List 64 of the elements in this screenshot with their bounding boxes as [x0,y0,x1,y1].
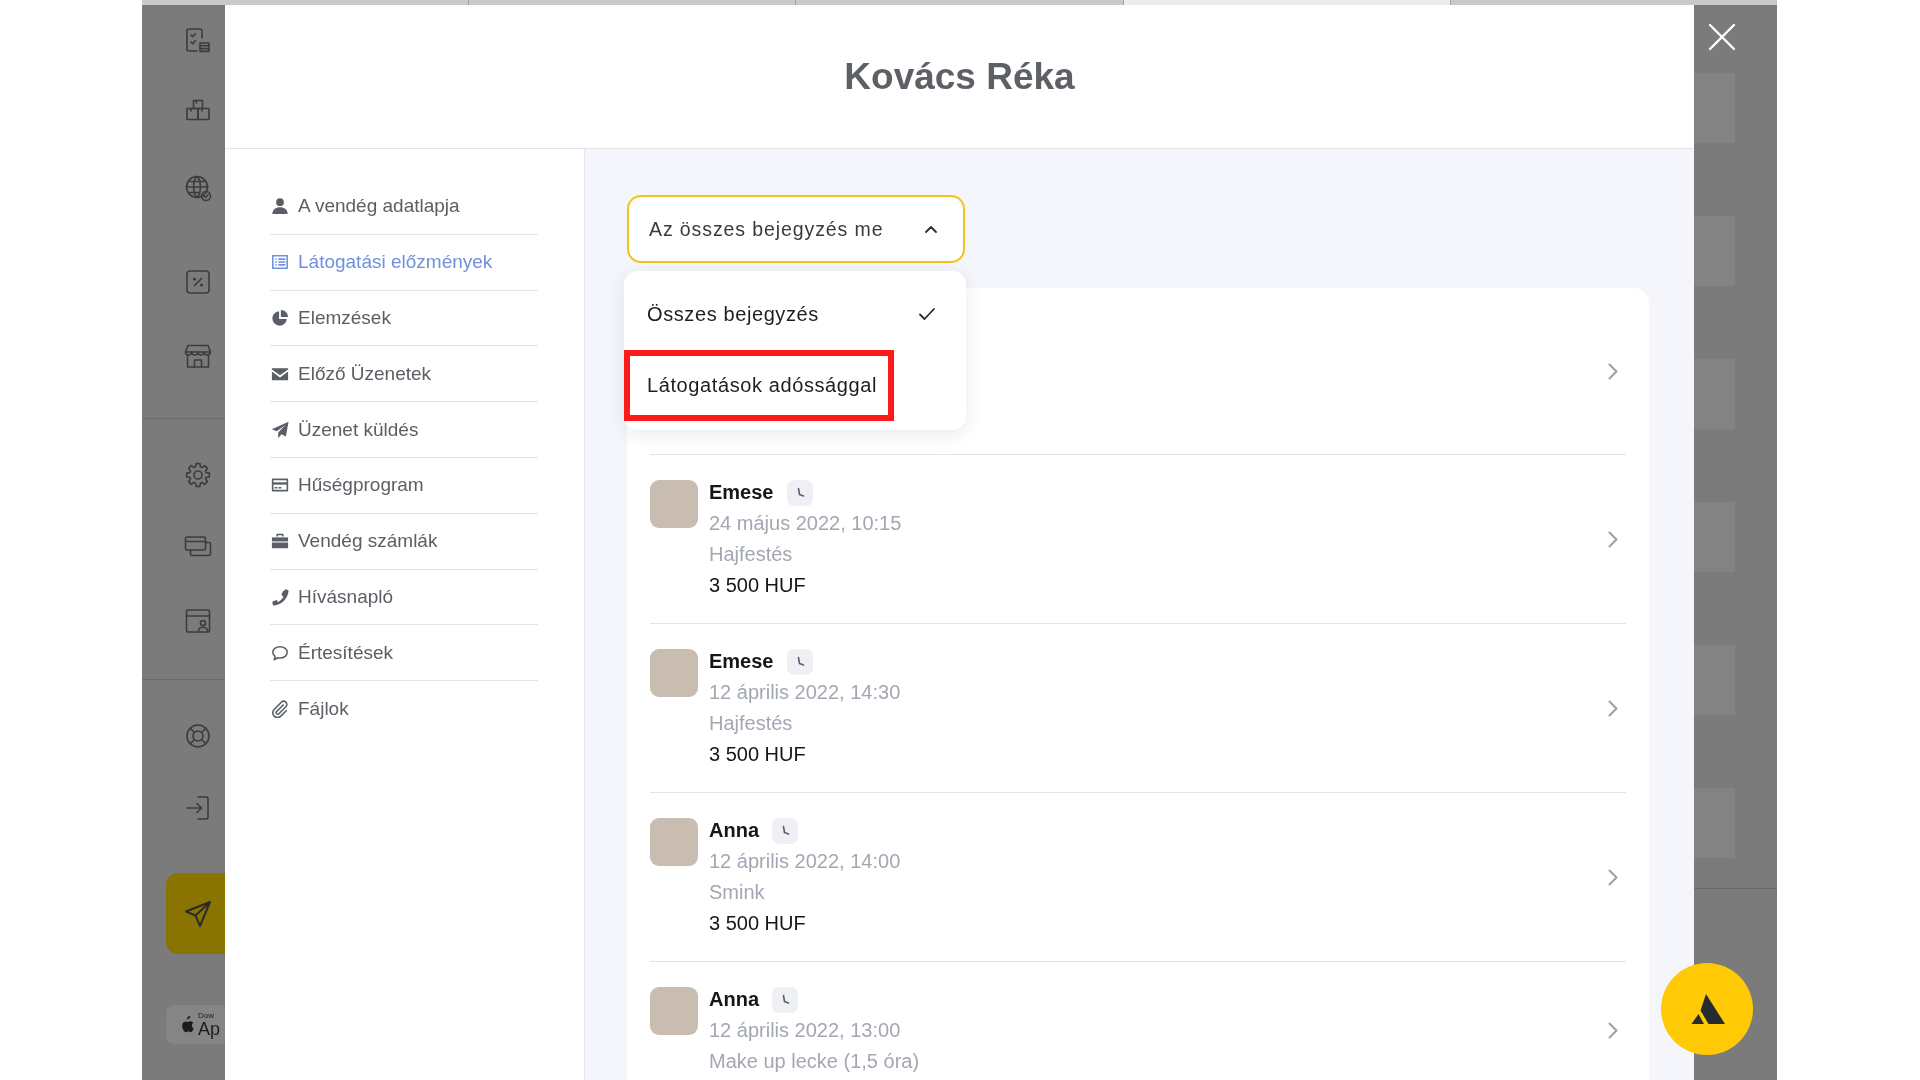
chevron-right-icon[interactable] [1608,362,1618,380]
chevron-up-icon [925,225,937,233]
visit-price: 3 500 HUF [709,911,806,936]
visit-datetime: 12 április 2022, 14:00 [709,849,901,874]
nav-item[interactable]: Fájlok [270,681,538,737]
nav-item[interactable]: Elemzések [270,290,538,347]
percent-icon [183,267,213,297]
nav-item[interactable]: Hűségprogram [270,458,538,514]
briefcase-icon [271,532,289,551]
nav-item[interactable]: Előző Üzenetek [270,346,538,403]
speech-bubble-icon [271,643,289,662]
service-name: Make up lecke (1,5 óra) [709,1049,920,1074]
visit-price: 3 500 HUF [709,742,806,767]
close-button[interactable] [1708,23,1736,51]
clock-icon [786,479,813,506]
staff-name: Emese [709,649,774,674]
service-name: Smink [709,880,765,905]
app-store-badge[interactable]: Dow Ap [166,1005,225,1044]
list-icon [271,253,289,272]
chevron-right-icon[interactable] [1608,530,1618,548]
lifebuoy-icon [183,721,213,751]
filter-select[interactable]: Az összes bejegyzés me [627,195,965,263]
clock-icon [772,986,798,1013]
nav-item[interactable]: Értesítések [270,625,538,682]
filter-option[interactable]: Összes bejegyzés [624,285,966,343]
staff-name: Anna [709,987,759,1012]
service-name: Hajfestés [709,542,793,567]
clock-icon [772,817,798,844]
filter-option[interactable]: Látogatások adóssággal [624,350,895,421]
nav-item[interactable]: Hívásnapló [270,569,538,626]
nav-item[interactable]: Vendég számlák [270,513,538,570]
send-button[interactable] [166,873,225,954]
photo-placeholder [650,818,698,866]
pie-chart-icon [271,309,289,327]
visit-price: 3 500 HUF [709,573,806,598]
badge-store-name: Ap [198,1019,221,1038]
photo-placeholder [650,480,698,528]
staff-name: Anna [709,818,759,843]
user-icon [271,197,289,216]
paperclip-icon [271,700,289,719]
visit-datetime: 12 április 2022, 13:00 [709,1018,901,1043]
checklist-icon [183,25,213,55]
close-icon [1708,23,1736,51]
paper-plane-icon [183,898,213,929]
service-name: Hajfestés [709,711,793,736]
nav-item[interactable]: Üzenet küldés [270,402,538,458]
phone-icon [271,587,289,606]
badge-caption: Dow [198,1011,215,1020]
visit-datetime: 12 április 2022, 14:30 [709,680,901,705]
chevron-right-icon[interactable] [1608,699,1618,717]
globe-icon [183,173,213,203]
nav-item[interactable]: A vendég adatlapja [270,179,538,235]
chevron-right-icon[interactable] [1608,868,1618,886]
gear-icon [183,460,213,490]
chevron-right-icon[interactable] [1608,1022,1618,1039]
check-icon [919,308,935,320]
clock-icon [786,648,813,675]
user-card-icon [183,606,213,636]
modal-title: Kovács Réka [844,55,1075,98]
photo-placeholder [650,649,698,697]
paper-plane-icon [271,420,289,439]
photo-placeholder [650,987,698,1035]
staff-name: Emese [709,480,774,505]
visit-datetime: 24 május 2022, 10:15 [709,511,902,536]
